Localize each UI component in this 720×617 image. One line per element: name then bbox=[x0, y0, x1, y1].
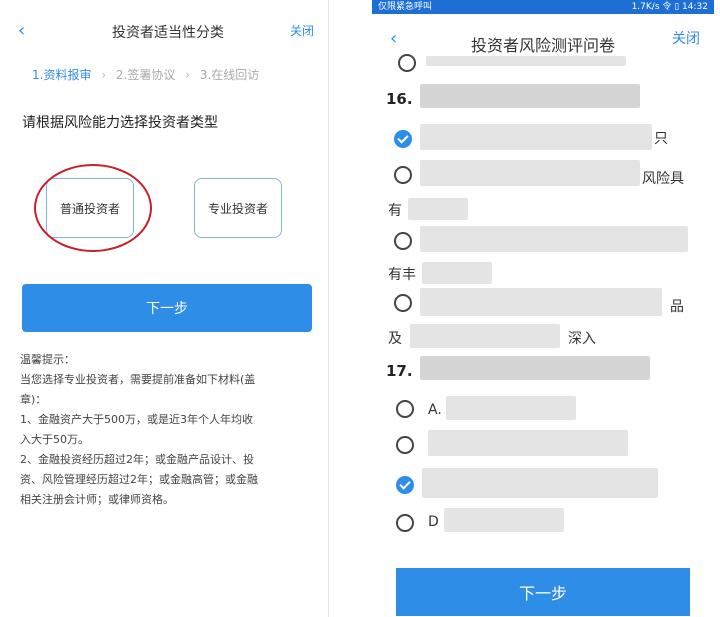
step-indicator: 1.资料报审 › 2.签署协议 › 3.在线回访 bbox=[8, 66, 328, 83]
close-button[interactable]: 关闭 bbox=[290, 22, 314, 39]
option-fragment: 只 bbox=[654, 131, 668, 147]
option-fragment: 有 bbox=[388, 203, 402, 219]
radio-option-a[interactable] bbox=[396, 400, 414, 418]
step-2: 2.签署协议 bbox=[115, 68, 176, 82]
blurred-text bbox=[420, 124, 652, 150]
radio-option-d[interactable] bbox=[396, 514, 414, 532]
tips-line: 入大于50万。 bbox=[20, 433, 89, 446]
right-phone-screen: 仅限紧急呼叫 1.7K/s 令 ▯ 14:32 ‹ 投资者风险测评问卷 关闭 1… bbox=[372, 0, 714, 617]
blurred-text bbox=[410, 324, 560, 348]
radio-option[interactable] bbox=[398, 54, 416, 72]
blurred-text bbox=[420, 226, 688, 252]
option-fragment: A. bbox=[428, 402, 442, 418]
radio-option[interactable] bbox=[394, 294, 412, 312]
next-button[interactable]: 下一步 bbox=[396, 568, 690, 616]
normal-investor-button[interactable]: 普通投资者 bbox=[46, 178, 134, 238]
radio-option-c-checked[interactable] bbox=[396, 476, 414, 494]
status-left: 仅限紧急呼叫 bbox=[378, 2, 433, 12]
blurred-text bbox=[420, 288, 662, 316]
pro-investor-button[interactable]: 专业投资者 bbox=[194, 178, 282, 238]
tips-line: 2、金融投资经历超过2年；或金融产品设计、投 bbox=[20, 453, 254, 466]
tips-line: 1、金融资产大于500万，或是近3年个人年均收 bbox=[20, 413, 253, 426]
blurred-text bbox=[444, 508, 564, 532]
radio-option-b[interactable] bbox=[396, 436, 414, 454]
blurred-text bbox=[422, 262, 492, 284]
radio-option[interactable] bbox=[394, 166, 412, 184]
option-fragment: 品 bbox=[670, 299, 684, 315]
blurred-text bbox=[446, 396, 576, 420]
blurred-text bbox=[426, 56, 626, 66]
blurred-text bbox=[420, 356, 650, 380]
left-header: ‹ 投资者适当性分类 关闭 bbox=[8, 0, 328, 62]
radio-option[interactable] bbox=[394, 232, 412, 250]
option-fragment: 深入 bbox=[568, 331, 596, 347]
left-phone-screen: ‹ 投资者适当性分类 关闭 1.资料报审 › 2.签署协议 › 3.在线回访 请… bbox=[8, 0, 329, 617]
chevron-right-icon: › bbox=[185, 68, 191, 82]
question-17-number: 17. bbox=[386, 362, 413, 380]
tips-line: 当您选择专业投资者，需要提前准备如下材料(盖 bbox=[20, 373, 256, 386]
option-fragment: 风险具 bbox=[642, 171, 684, 187]
step-1: 1.资料报审 bbox=[32, 68, 92, 82]
tips-line: 章)： bbox=[20, 393, 47, 406]
blurred-text bbox=[420, 160, 640, 186]
blurred-text bbox=[408, 198, 468, 220]
blurred-text bbox=[420, 84, 640, 108]
tips-text: 温馨提示： 当您选择专业投资者，需要提前准备如下材料(盖 章)： 1、金融资产大… bbox=[20, 350, 316, 510]
option-fragment: 及 bbox=[388, 331, 402, 347]
tips-line: 资、风险管理经历超过2年；或金融高管；或金融 bbox=[20, 473, 258, 486]
page-title: 投资者风险测评问卷 bbox=[470, 36, 615, 55]
option-fragment: D bbox=[428, 514, 439, 530]
question-16-number: 16. bbox=[386, 90, 413, 108]
chevron-right-icon: › bbox=[101, 68, 107, 82]
blurred-text bbox=[428, 430, 628, 456]
step-3: 3.在线回访 bbox=[199, 68, 260, 82]
status-bar: 仅限紧急呼叫 1.7K/s 令 ▯ 14:32 bbox=[372, 0, 714, 14]
tips-line: 相关注册会计师；或律师资格。 bbox=[20, 493, 174, 506]
select-type-prompt: 请根据风险能力选择投资者类型 bbox=[22, 115, 218, 131]
radio-option-checked[interactable] bbox=[394, 130, 412, 148]
status-right: 1.7K/s 令 ▯ 14:32 bbox=[631, 2, 708, 12]
close-button[interactable]: 关闭 bbox=[672, 28, 700, 48]
blurred-text bbox=[422, 468, 658, 498]
next-button[interactable]: 下一步 bbox=[22, 284, 312, 332]
page-title: 投资者适当性分类 bbox=[112, 25, 224, 41]
option-fragment: 有丰 bbox=[388, 267, 416, 283]
tips-line: 温馨提示： bbox=[20, 353, 75, 366]
